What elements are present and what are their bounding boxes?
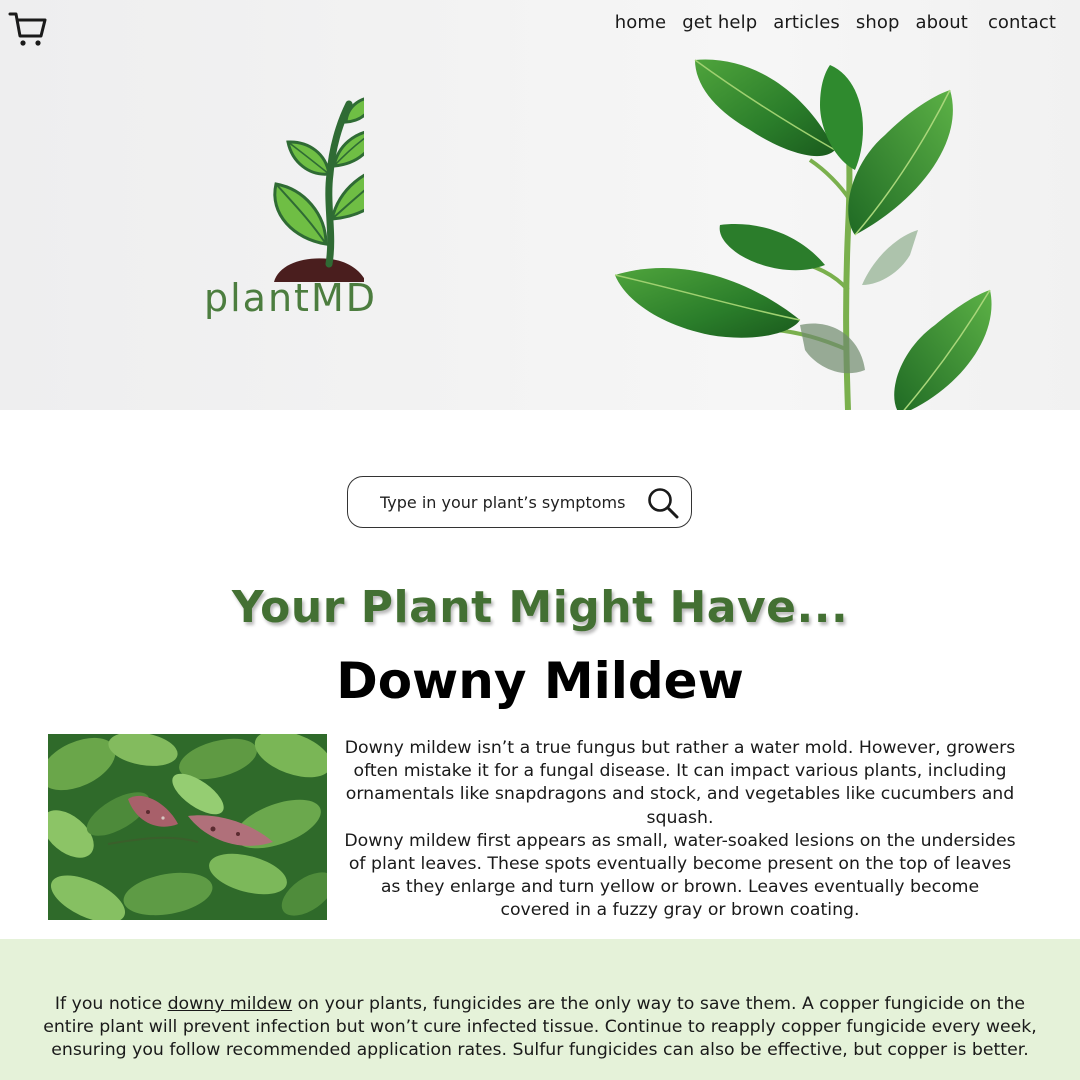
nav-home[interactable]: home — [607, 12, 674, 33]
nav-contact[interactable]: contact — [976, 12, 1058, 33]
nav-about[interactable]: about — [908, 12, 976, 33]
disease-name: Downy Mildew — [336, 652, 744, 710]
treatment-text: If you notice downy mildew on your plant… — [40, 993, 1040, 1063]
hero-banner: home get help articles shop about contac… — [0, 0, 1080, 410]
hero-plant-image — [614, 59, 992, 410]
sprout-icon — [273, 97, 364, 282]
result-heading: Your Plant Might Have... — [231, 582, 849, 633]
logo[interactable]: plantMD — [198, 94, 398, 334]
disease-photo — [48, 734, 327, 920]
disease-description: Downy mildew isn’t a true fungus but rat… — [344, 737, 1016, 923]
search-icon[interactable] — [647, 487, 679, 519]
main-nav: home get help articles shop about contac… — [607, 12, 1058, 33]
page: home get help articles shop about contac… — [0, 0, 1080, 1080]
description-paragraph: Downy mildew first appears as small, wat… — [344, 830, 1016, 921]
symptom-search-input[interactable] — [378, 491, 642, 513]
downy-mildew-link[interactable]: downy mildew — [168, 994, 293, 1014]
treatment-prefix: If you notice — [54, 994, 168, 1014]
shopping-cart-icon[interactable] — [8, 10, 48, 48]
logo-text: plantMD — [204, 276, 377, 320]
symptom-search-box — [347, 476, 692, 528]
nav-shop[interactable]: shop — [848, 12, 908, 33]
nav-get-help[interactable]: get help — [674, 12, 765, 33]
nav-articles[interactable]: articles — [765, 12, 848, 33]
description-paragraph: Downy mildew isn’t a true fungus but rat… — [344, 738, 1016, 828]
treatment-section: If you notice downy mildew on your plant… — [0, 939, 1080, 1080]
